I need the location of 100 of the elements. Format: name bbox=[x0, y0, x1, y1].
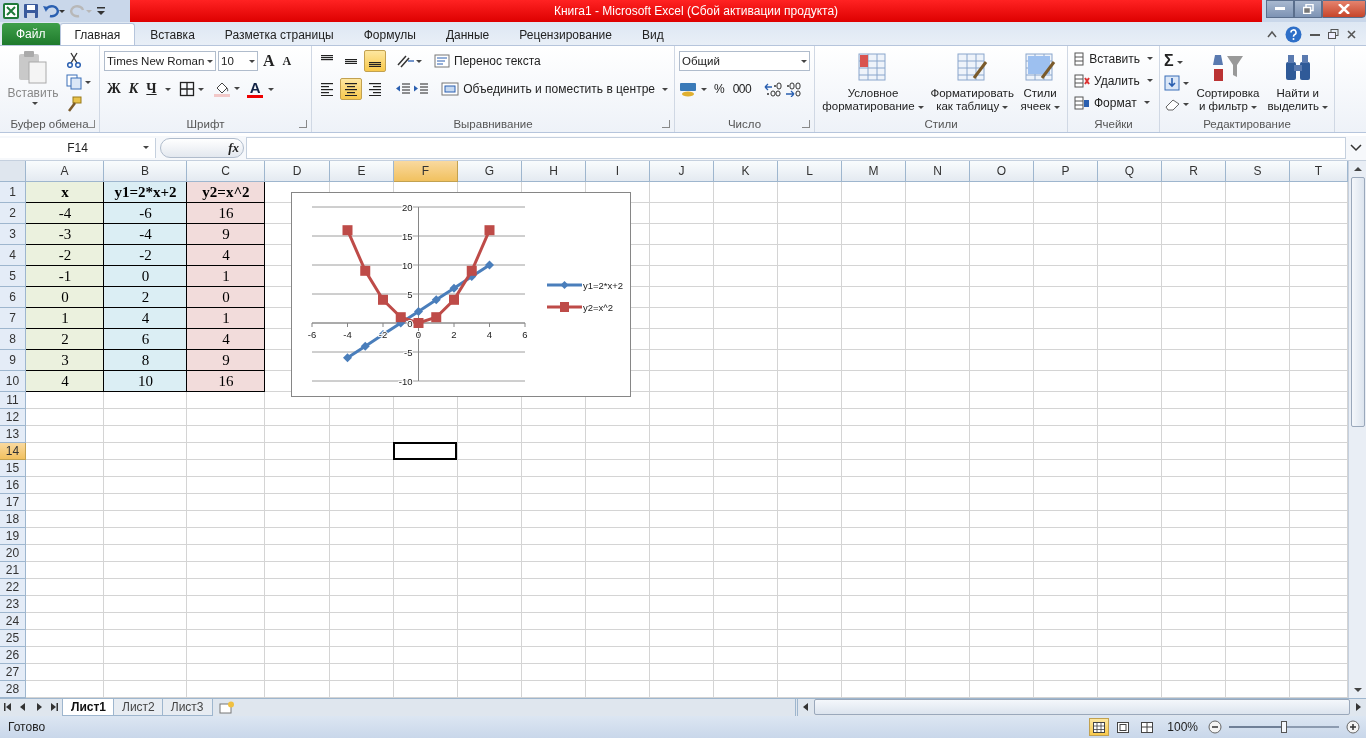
cut-icon[interactable] bbox=[66, 52, 82, 69]
row-header[interactable]: 7 bbox=[0, 307, 26, 329]
ribbon-tab[interactable]: Формулы bbox=[348, 23, 431, 46]
wrap-text-button[interactable]: Перенос текста bbox=[432, 50, 543, 73]
restore-workbook-icon[interactable] bbox=[1328, 29, 1339, 40]
decrease-decimal-icon[interactable] bbox=[784, 81, 803, 98]
row-header[interactable]: 3 bbox=[0, 223, 26, 245]
column-header[interactable]: F bbox=[394, 160, 458, 182]
row-header[interactable]: 6 bbox=[0, 286, 26, 308]
chart-area[interactable]: -10 -5 0 5 10 15 20 -6 -4 -2 0 2 4 6 y1=2*x+2 y2=x^2 bbox=[291, 191, 631, 397]
increase-decimal-icon[interactable] bbox=[764, 81, 783, 98]
percent-button[interactable]: % bbox=[711, 78, 728, 101]
formula-input[interactable] bbox=[246, 136, 1346, 159]
bold-button[interactable]: Ж bbox=[104, 78, 124, 101]
scroll-down-icon[interactable] bbox=[1352, 685, 1363, 694]
autosum-button[interactable]: Σ bbox=[1164, 52, 1191, 71]
ribbon-tab[interactable]: Разметка страницы bbox=[209, 23, 349, 46]
font-name-field[interactable]: Times New Roman bbox=[104, 51, 216, 72]
ribbon-tab[interactable]: Главная bbox=[59, 23, 136, 46]
dialog-launcher-icon[interactable] bbox=[802, 120, 810, 128]
row-header[interactable]: 4 bbox=[0, 244, 26, 266]
minimize-button[interactable] bbox=[1266, 0, 1294, 18]
column-header[interactable]: M bbox=[842, 160, 906, 182]
text-orientation-icon[interactable] bbox=[396, 53, 422, 70]
thousands-separator-button[interactable]: 000 bbox=[729, 78, 755, 101]
fill-down-icon[interactable] bbox=[1164, 75, 1190, 92]
column-header[interactable]: L bbox=[778, 160, 842, 182]
find-select-button[interactable]: Найти и выделить bbox=[1265, 50, 1330, 116]
font-size-field[interactable]: 10 bbox=[218, 51, 258, 72]
grow-font-button[interactable]: A bbox=[260, 50, 278, 73]
format-as-table-button[interactable]: Форматировать как таблицу bbox=[928, 50, 1016, 116]
column-header[interactable]: K bbox=[714, 160, 778, 182]
column-header[interactable]: H bbox=[522, 160, 586, 182]
cell-styles-button[interactable]: Стили ячеек bbox=[1018, 50, 1062, 116]
expand-formula-bar-icon[interactable] bbox=[1350, 143, 1362, 152]
fill-color-icon[interactable] bbox=[212, 80, 241, 99]
dialog-launcher-icon[interactable] bbox=[299, 120, 307, 128]
format-painter-icon[interactable] bbox=[66, 95, 82, 112]
last-sheet-icon[interactable] bbox=[49, 702, 60, 713]
excel-logo-icon[interactable] bbox=[2, 1, 20, 20]
column-header[interactable]: R bbox=[1162, 160, 1226, 182]
borders-icon[interactable] bbox=[178, 81, 205, 98]
currency-icon[interactable] bbox=[679, 81, 709, 98]
center-button[interactable] bbox=[339, 78, 362, 101]
zoom-in-icon[interactable] bbox=[1346, 720, 1360, 735]
row-header[interactable]: 1 bbox=[0, 181, 26, 203]
insert-function-button[interactable]: fx bbox=[228, 139, 239, 156]
caret-icon[interactable] bbox=[268, 87, 275, 91]
row-header[interactable]: 2 bbox=[0, 202, 26, 224]
formula-bar-divider-handle[interactable]: fx bbox=[160, 137, 244, 158]
zoom-out-icon[interactable] bbox=[1208, 720, 1222, 735]
conditional-formatting-button[interactable]: Условное форматирование bbox=[820, 50, 926, 116]
scroll-right-icon[interactable] bbox=[1354, 702, 1362, 713]
caret-icon[interactable] bbox=[164, 87, 171, 91]
column-header[interactable]: J bbox=[650, 160, 714, 182]
name-box[interactable]: F14 bbox=[0, 137, 156, 158]
row-header[interactable]: 10 bbox=[0, 370, 26, 392]
first-sheet-icon[interactable] bbox=[2, 702, 13, 713]
sort-filter-button[interactable]: Сортировка и фильтр bbox=[1194, 50, 1262, 116]
italic-button[interactable]: К bbox=[125, 78, 142, 101]
scrollbar-thumb[interactable] bbox=[814, 699, 1350, 716]
active-cell[interactable] bbox=[393, 441, 457, 460]
column-header[interactable]: E bbox=[330, 160, 394, 182]
collapse-ribbon-icon[interactable] bbox=[1267, 30, 1277, 39]
column-header[interactable]: S bbox=[1226, 160, 1290, 182]
column-header[interactable]: B bbox=[104, 160, 187, 182]
merge-center-button[interactable]: Объединить и поместить в центре bbox=[439, 78, 670, 101]
ribbon-tab[interactable]: Рецензирование bbox=[504, 23, 627, 46]
save-icon[interactable] bbox=[23, 2, 39, 19]
close-button[interactable] bbox=[1322, 0, 1366, 18]
number-format-field[interactable]: Общий bbox=[679, 51, 810, 72]
row-header[interactable]: 8 bbox=[0, 328, 26, 350]
column-header[interactable]: O bbox=[970, 160, 1034, 182]
close-workbook-icon[interactable] bbox=[1347, 29, 1356, 39]
increase-indent-icon[interactable] bbox=[413, 82, 430, 97]
underline-button[interactable]: Ч bbox=[143, 78, 160, 101]
file-tab[interactable]: Файл bbox=[2, 23, 60, 46]
restore-button[interactable] bbox=[1294, 0, 1322, 18]
font-color-button[interactable]: A bbox=[246, 80, 264, 99]
column-header[interactable]: A bbox=[26, 160, 104, 182]
format-cells-button[interactable]: Формат bbox=[1072, 92, 1155, 114]
dialog-launcher-icon[interactable] bbox=[87, 120, 95, 128]
column-header[interactable]: T bbox=[1290, 160, 1348, 182]
column-header[interactable]: C bbox=[187, 160, 265, 182]
normal-view-button[interactable] bbox=[1089, 718, 1110, 737]
help-icon[interactable] bbox=[1285, 25, 1302, 43]
shrink-font-button[interactable]: A bbox=[279, 50, 295, 73]
column-header[interactable]: P bbox=[1034, 160, 1098, 182]
column-header[interactable]: D bbox=[265, 160, 330, 182]
column-header[interactable]: I bbox=[586, 160, 650, 182]
scroll-up-icon[interactable] bbox=[1352, 164, 1363, 173]
sheet-tab[interactable]: Лист2 bbox=[113, 698, 164, 717]
row-header[interactable]: 5 bbox=[0, 265, 26, 287]
copy-icon[interactable] bbox=[66, 74, 92, 91]
scroll-left-icon[interactable] bbox=[802, 702, 810, 713]
scrollbar-thumb[interactable] bbox=[1350, 176, 1365, 427]
column-header[interactable]: N bbox=[906, 160, 970, 182]
undo-icon[interactable] bbox=[42, 2, 66, 19]
ribbon-tab[interactable]: Вставка bbox=[135, 23, 210, 46]
ribbon-tab[interactable]: Вид bbox=[626, 23, 679, 46]
